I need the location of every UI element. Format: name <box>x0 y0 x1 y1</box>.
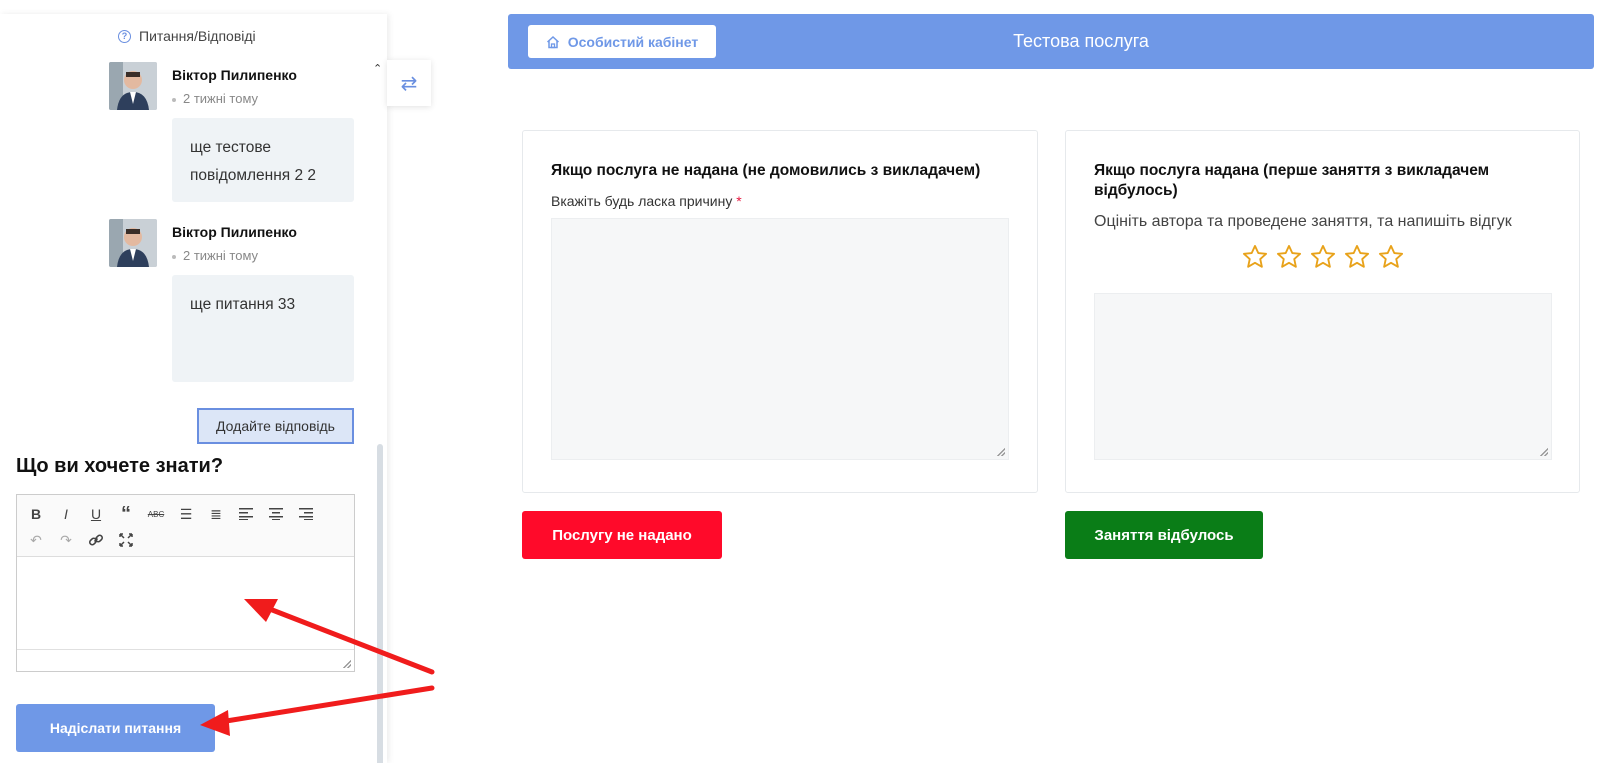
sidebar-scrollbar[interactable] <box>377 444 383 763</box>
editor-toolbar: B I U “ ABC ☰ ≣ ↶ ↷ <box>17 495 354 557</box>
bold-icon[interactable]: B <box>21 501 51 527</box>
rating-label: Оцініть автора та проведене заняття, та … <box>1094 213 1512 230</box>
qa-header-label: Питання/Відповіді <box>139 28 256 44</box>
fullscreen-icon[interactable] <box>111 527 141 553</box>
card-title: Якщо послуга надана (перше заняття з вик… <box>1094 162 1490 199</box>
lesson-happened-button[interactable]: Заняття відбулось <box>1065 511 1263 559</box>
service-provided-card: Якщо послуга надана (перше заняття з вик… <box>1065 130 1580 493</box>
message-time: 2 тижні тому <box>172 248 258 263</box>
send-question-button[interactable]: Надіслати питання <box>16 704 215 752</box>
bullet-list-icon[interactable]: ☰ <box>171 501 201 527</box>
align-center-icon[interactable] <box>261 501 291 527</box>
question-editor: B I U “ ABC ☰ ≣ ↶ ↷ <box>16 494 355 672</box>
message-bubble: ще тестове повідомлення 2 2 <box>172 118 354 202</box>
qa-sidebar: ? Питання/Відповіді ⌃ Віктор Пилипенко 2… <box>0 14 387 763</box>
card-title: Якщо послуга не надана (не домовились з … <box>551 162 981 179</box>
underline-icon[interactable]: U <box>81 501 111 527</box>
editor-statusbar <box>17 649 354 671</box>
service-header: Тестова послуга Особистий кабінет <box>508 14 1594 69</box>
qa-header: ? Питання/Відповіді <box>118 28 256 44</box>
strikethrough-icon[interactable]: ABC <box>141 501 171 527</box>
avatar <box>109 62 157 110</box>
home-icon <box>546 35 559 48</box>
message-author: Віктор Пилипенко <box>172 224 297 240</box>
align-left-icon[interactable] <box>231 501 261 527</box>
swap-arrows-icon[interactable]: ⇄ <box>387 60 431 106</box>
personal-cabinet-label: Особистий кабінет <box>567 33 699 50</box>
reason-textarea[interactable] <box>551 218 1009 460</box>
add-answer-button[interactable]: Додайте відповідь <box>197 408 354 444</box>
message-author: Віктор Пилипенко <box>172 67 297 83</box>
resize-handle-icon[interactable] <box>997 448 1005 456</box>
personal-cabinet-button[interactable]: Особистий кабінет <box>528 25 716 58</box>
undo-icon[interactable]: ↶ <box>21 527 51 553</box>
question-textarea[interactable] <box>17 557 354 649</box>
reason-label: Вкажіть будь ласка причину * <box>551 193 742 209</box>
ask-question-title: Що ви хочете знати? <box>16 455 224 477</box>
message-bubble: ще питання 33 <box>172 275 354 382</box>
question-icon: ? <box>118 29 131 43</box>
avatar <box>109 219 157 267</box>
chevron-up-icon[interactable]: ⌃ <box>373 62 382 75</box>
resize-handle-icon[interactable] <box>343 660 351 668</box>
star-icon[interactable] <box>1241 243 1269 271</box>
service-not-provided-button[interactable]: Послугу не надано <box>522 511 722 559</box>
italic-icon[interactable]: I <box>51 501 81 527</box>
star-icon[interactable] <box>1309 243 1337 271</box>
message-time: 2 тижні тому <box>172 91 258 106</box>
numbered-list-icon[interactable]: ≣ <box>201 501 231 527</box>
link-icon[interactable] <box>81 527 111 553</box>
star-icon[interactable] <box>1343 243 1371 271</box>
star-icon[interactable] <box>1275 243 1303 271</box>
resize-handle-icon[interactable] <box>1540 448 1548 456</box>
quote-icon[interactable]: “ <box>111 501 141 527</box>
required-mark: * <box>736 193 742 209</box>
star-icon[interactable] <box>1377 243 1405 271</box>
align-right-icon[interactable] <box>291 501 321 527</box>
star-rating <box>1241 243 1405 271</box>
redo-icon[interactable]: ↷ <box>51 527 81 553</box>
review-textarea[interactable] <box>1094 293 1552 460</box>
service-not-provided-card: Якщо послуга не надана (не домовились з … <box>522 130 1038 493</box>
